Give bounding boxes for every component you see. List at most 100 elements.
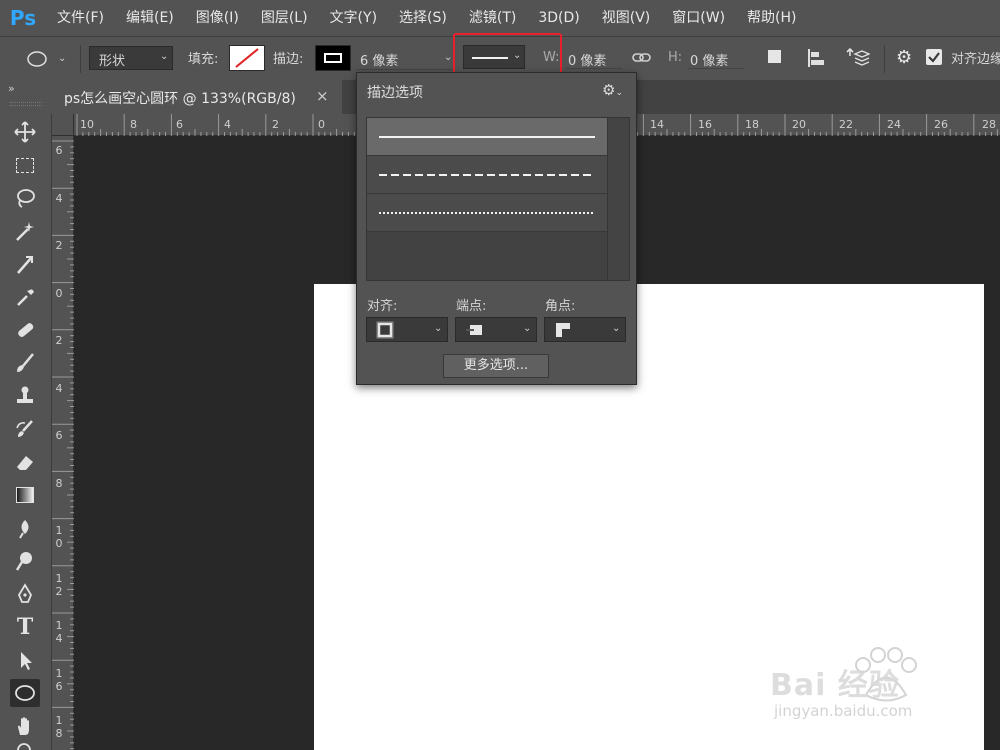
stroke-style-dashed[interactable] (367, 156, 607, 194)
chevron-down-icon: ⌄ (444, 52, 453, 63)
stroke-width-field[interactable]: 6 像素 ⌄ (356, 46, 454, 70)
stroke-list-scrollbar[interactable] (607, 118, 629, 280)
stroke-align-select[interactable]: ⌄ (366, 317, 448, 342)
close-tab-icon[interactable]: × (316, 87, 329, 105)
ruler-top-label: 24 (887, 118, 901, 131)
checkmark-icon (928, 52, 940, 63)
document-tab-title: ps怎么画空心圆环 @ 133%(RGB/8) (64, 91, 296, 107)
dashed-line-preview (379, 174, 595, 176)
menu-help[interactable]: 帮助(H) (736, 0, 807, 36)
magic-wand-tool-icon[interactable] (10, 217, 40, 245)
dotted-line-preview (379, 212, 595, 214)
menu-edit[interactable]: 编辑(E) (115, 0, 185, 36)
lasso-tool-icon[interactable] (10, 184, 40, 212)
stroke-swatch[interactable] (315, 45, 351, 71)
menu-filter[interactable]: 滤镜(T) (458, 0, 527, 36)
stroke-options-title: 描边选项 (367, 85, 423, 101)
toolbox-grip (10, 102, 42, 106)
menu-window[interactable]: 窗口(W) (661, 0, 736, 36)
menu-select[interactable]: 选择(S) (388, 0, 458, 36)
eraser-tool-icon[interactable] (10, 448, 40, 476)
ruler-top-label: 22 (839, 118, 853, 131)
align-edges-label: 对齐边缘 (951, 52, 1000, 67)
tool-mode-value: 形状 (99, 54, 126, 69)
stroke-corners-select[interactable]: ⌄ (544, 317, 626, 342)
vertical-ruler[interactable]: 6 4 2 0 2 4 6 8 1 0 1 2 1 4 1 6 1 8 (52, 136, 74, 750)
crop-tool-icon[interactable] (10, 250, 40, 278)
watermark-url: jingyan.baidu.com (774, 702, 913, 720)
blur-tool-icon[interactable] (10, 514, 40, 542)
ruler-left-label: 1 6 (55, 667, 63, 693)
collapse-icon[interactable]: » (8, 82, 15, 95)
dodge-tool-icon[interactable] (10, 547, 40, 575)
ellipse-tool-icon[interactable] (10, 679, 40, 707)
tool-mode-select[interactable]: 形状 ⌄ (89, 46, 173, 70)
link-icon[interactable] (632, 49, 652, 67)
pen-tool-icon[interactable] (10, 580, 40, 608)
ruler-left-label: 1 4 (55, 619, 63, 645)
ruler-left-label: 2 (55, 334, 63, 347)
more-options-button[interactable]: 更多选项... (443, 354, 549, 378)
document-tab[interactable]: ps怎么画空心圆环 @ 133%(RGB/8) × (52, 80, 342, 114)
eyedropper-tool-icon[interactable] (10, 283, 40, 311)
path-selection-tool-icon[interactable] (10, 646, 40, 674)
height-label: H: (668, 50, 683, 65)
separator (80, 45, 81, 73)
separator (884, 45, 885, 73)
width-field[interactable]: 0 像素 (566, 47, 622, 69)
fill-swatch[interactable] (229, 45, 265, 71)
ruler-origin[interactable] (52, 114, 74, 136)
menu-type[interactable]: 文字(Y) (319, 0, 388, 36)
gear-icon[interactable]: ⚙⌄ (602, 81, 623, 99)
move-tool-icon[interactable] (10, 118, 40, 146)
gear-icon[interactable]: ⚙ (896, 48, 916, 68)
toolbox: T (0, 114, 52, 750)
ruler-top-label: 0 (318, 118, 325, 131)
stroke-caps-select[interactable]: ⌄ (455, 317, 537, 342)
type-tool-icon[interactable]: T (10, 613, 40, 641)
menu-3d[interactable]: 3D(D) (527, 0, 590, 36)
align-edges-checkbox[interactable] (926, 49, 942, 65)
menu-layer[interactable]: 图层(L) (250, 0, 319, 36)
stroke-style-solid[interactable] (367, 118, 607, 156)
chevron-down-icon: ⌄ (612, 323, 621, 334)
stroke-style-dotted[interactable] (367, 194, 607, 232)
gradient-tool-icon[interactable] (10, 481, 40, 509)
ruler-top-label: 28 (982, 118, 996, 131)
zoom-tool-icon[interactable] (10, 740, 40, 750)
ruler-top-label: 20 (792, 118, 806, 131)
height-value: 0 像素 (690, 54, 729, 69)
ruler-left-label: 8 (55, 477, 63, 490)
ruler-left-label: 1 2 (55, 572, 63, 598)
width-value: 0 像素 (568, 54, 607, 69)
healing-brush-tool-icon[interactable] (10, 316, 40, 344)
ruler-top-label: 6 (176, 118, 183, 131)
menu-file[interactable]: 文件(F) (46, 0, 115, 36)
marquee-tool-icon[interactable] (10, 151, 40, 179)
path-alignment-icon[interactable] (807, 47, 829, 69)
align-label: 对齐: (367, 299, 398, 314)
align-inside-icon (376, 321, 394, 339)
brush-tool-icon[interactable] (10, 349, 40, 377)
corners-label: 角点: (545, 299, 576, 314)
tool-preset-picker[interactable]: ⌄ (24, 47, 74, 71)
menu-bar: Ps 文件(F) 编辑(E) 图像(I) 图层(L) 文字(Y) 选择(S) 滤… (0, 0, 1000, 36)
clone-stamp-tool-icon[interactable] (10, 382, 40, 410)
watermark-brand: Bai 经验 (770, 668, 900, 703)
ruler-left-label: 1 0 (55, 524, 63, 550)
ruler-top-label: 14 (650, 118, 664, 131)
path-operations-icon[interactable] (768, 50, 784, 66)
toolbox-header: » (0, 80, 52, 114)
hand-tool-icon[interactable] (10, 712, 40, 740)
miter-corner-icon (556, 323, 570, 337)
menu-image[interactable]: 图像(I) (185, 0, 250, 36)
ruler-top-label: 2 (272, 118, 279, 131)
ruler-top-label: 10 (80, 118, 94, 131)
history-brush-tool-icon[interactable] (10, 415, 40, 443)
ruler-ticks (52, 140, 74, 750)
ruler-top-label: 4 (224, 118, 231, 131)
menu-view[interactable]: 视图(V) (591, 0, 662, 36)
ruler-left-label: 0 (55, 287, 63, 300)
height-field[interactable]: 0 像素 (688, 47, 744, 69)
path-arrangement-icon[interactable] (846, 46, 871, 70)
